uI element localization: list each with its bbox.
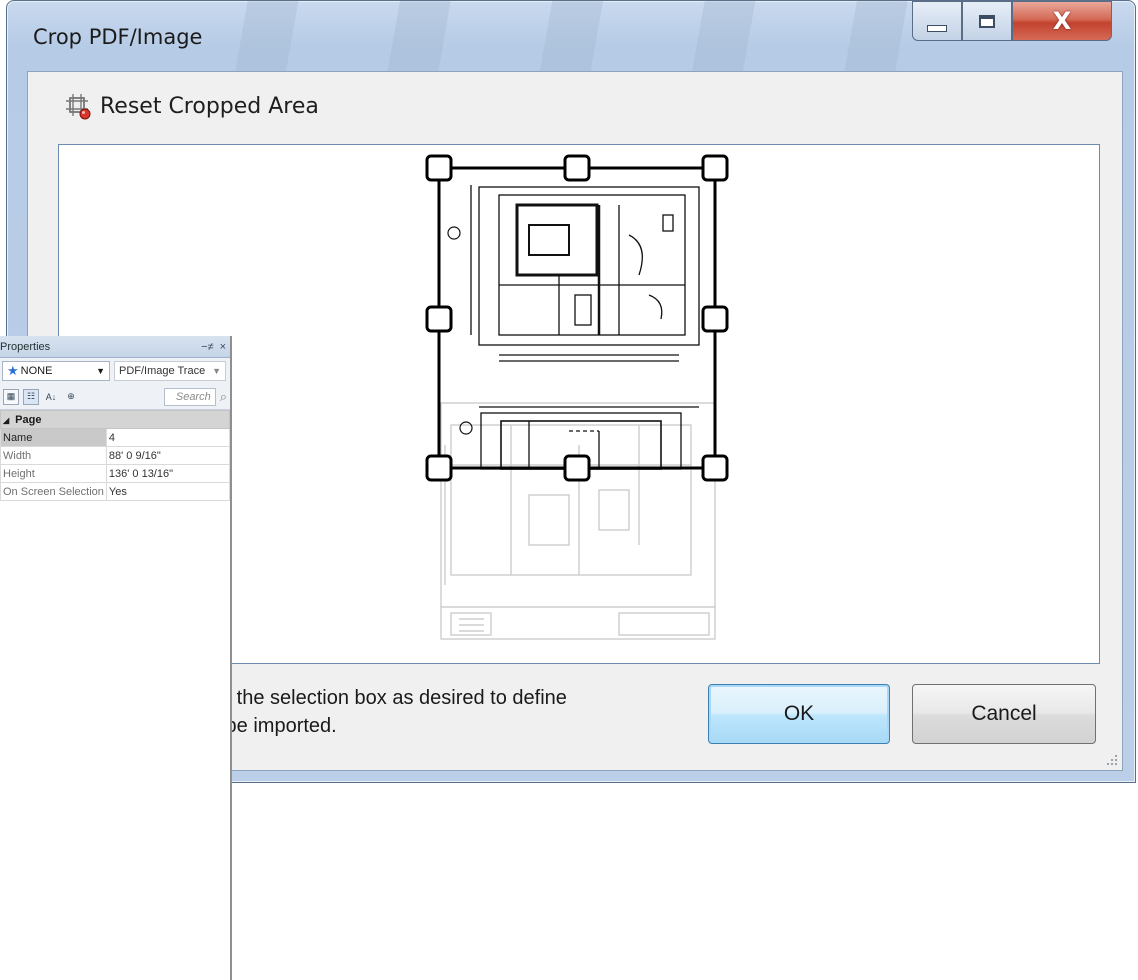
category-row[interactable]: ◢ Page <box>0 410 230 429</box>
star-icon: ★ <box>7 363 19 378</box>
search-placeholder: Search <box>175 390 211 403</box>
property-name: Height <box>0 464 107 483</box>
dialog-title: Crop PDF/Image <box>33 25 203 49</box>
sort-az-icon[interactable]: A↓ <box>43 389 59 405</box>
instruction-line-1: e the selection box as desired to define <box>220 687 567 709</box>
faded-floorplan <box>440 402 716 640</box>
properties-panel: Properties −≠ × ★ NONE ▼ PDF/Image Trace… <box>0 336 232 980</box>
type-dropdown-value: PDF/Image Trace <box>119 365 206 377</box>
properties-pages-icon[interactable]: ⊕ <box>63 389 79 405</box>
search-icon[interactable]: ⌕ <box>220 389 227 405</box>
property-row[interactable]: Name 4 <box>0 428 231 447</box>
chevron-down-icon: ▼ <box>96 366 105 376</box>
resize-grip-icon[interactable] <box>1104 752 1118 766</box>
grid-view-icon[interactable]: ☷ <box>23 388 39 405</box>
close-button[interactable]: X <box>1012 1 1112 41</box>
instruction-line-2: be imported. <box>220 715 337 737</box>
property-row[interactable]: Height 136' 0 13/16" <box>0 464 231 483</box>
crop-reset-icon <box>64 92 92 120</box>
style-dropdown[interactable]: ★ NONE ▼ <box>2 361 110 381</box>
category-label: Page <box>15 413 42 426</box>
style-dropdown-value: NONE <box>20 365 53 377</box>
minimize-icon <box>927 24 947 32</box>
property-row[interactable]: Width 88' 0 9/16" <box>0 446 231 465</box>
property-grid: ◢ Page Name 4 Width 88' 0 9/16" Height 13… <box>0 410 231 501</box>
categorized-icon[interactable]: ▦ <box>3 388 19 405</box>
property-name: On Screen Selection <box>0 482 107 501</box>
cancel-button[interactable]: Cancel <box>912 684 1096 744</box>
properties-dropdown-row: ★ NONE ▼ PDF/Image Trace ▼ <box>0 358 230 384</box>
properties-title: Properties <box>0 340 51 353</box>
pin-icon[interactable]: −≠ <box>201 341 213 353</box>
property-value[interactable]: 136' 0 13/16" <box>105 464 231 483</box>
minimize-button[interactable] <box>912 1 962 41</box>
floorplan-drawing <box>447 185 700 470</box>
titlebar-glass <box>207 1 967 71</box>
property-name: Width <box>0 446 107 465</box>
type-dropdown[interactable]: PDF/Image Trace ▼ <box>114 361 226 381</box>
maximize-button[interactable] <box>962 1 1012 41</box>
property-value[interactable]: 88' 0 9/16" <box>105 446 231 465</box>
reset-cropped-area-button[interactable]: Reset Cropped Area <box>64 92 319 120</box>
search-input[interactable]: Search <box>163 387 216 406</box>
close-panel-icon[interactable]: × <box>220 341 226 353</box>
instruction-text: e the selection box as desired to define… <box>220 684 567 740</box>
properties-toolbar: ▦ ☷ A↓ ⊕ Search ⌕ <box>0 384 230 410</box>
property-value[interactable]: Yes <box>105 482 231 501</box>
property-name: Name <box>0 428 107 447</box>
collapse-icon: ◢ <box>3 415 10 425</box>
chevron-down-icon: ▼ <box>212 366 221 376</box>
ok-button[interactable]: OK <box>708 684 890 744</box>
maximize-icon <box>979 14 995 28</box>
close-icon: X <box>1052 7 1072 35</box>
property-value[interactable]: 4 <box>105 428 231 447</box>
properties-header: Properties −≠ × <box>0 336 230 358</box>
reset-cropped-area-label: Reset Cropped Area <box>100 93 319 119</box>
property-row[interactable]: On Screen Selection Yes <box>0 482 231 501</box>
